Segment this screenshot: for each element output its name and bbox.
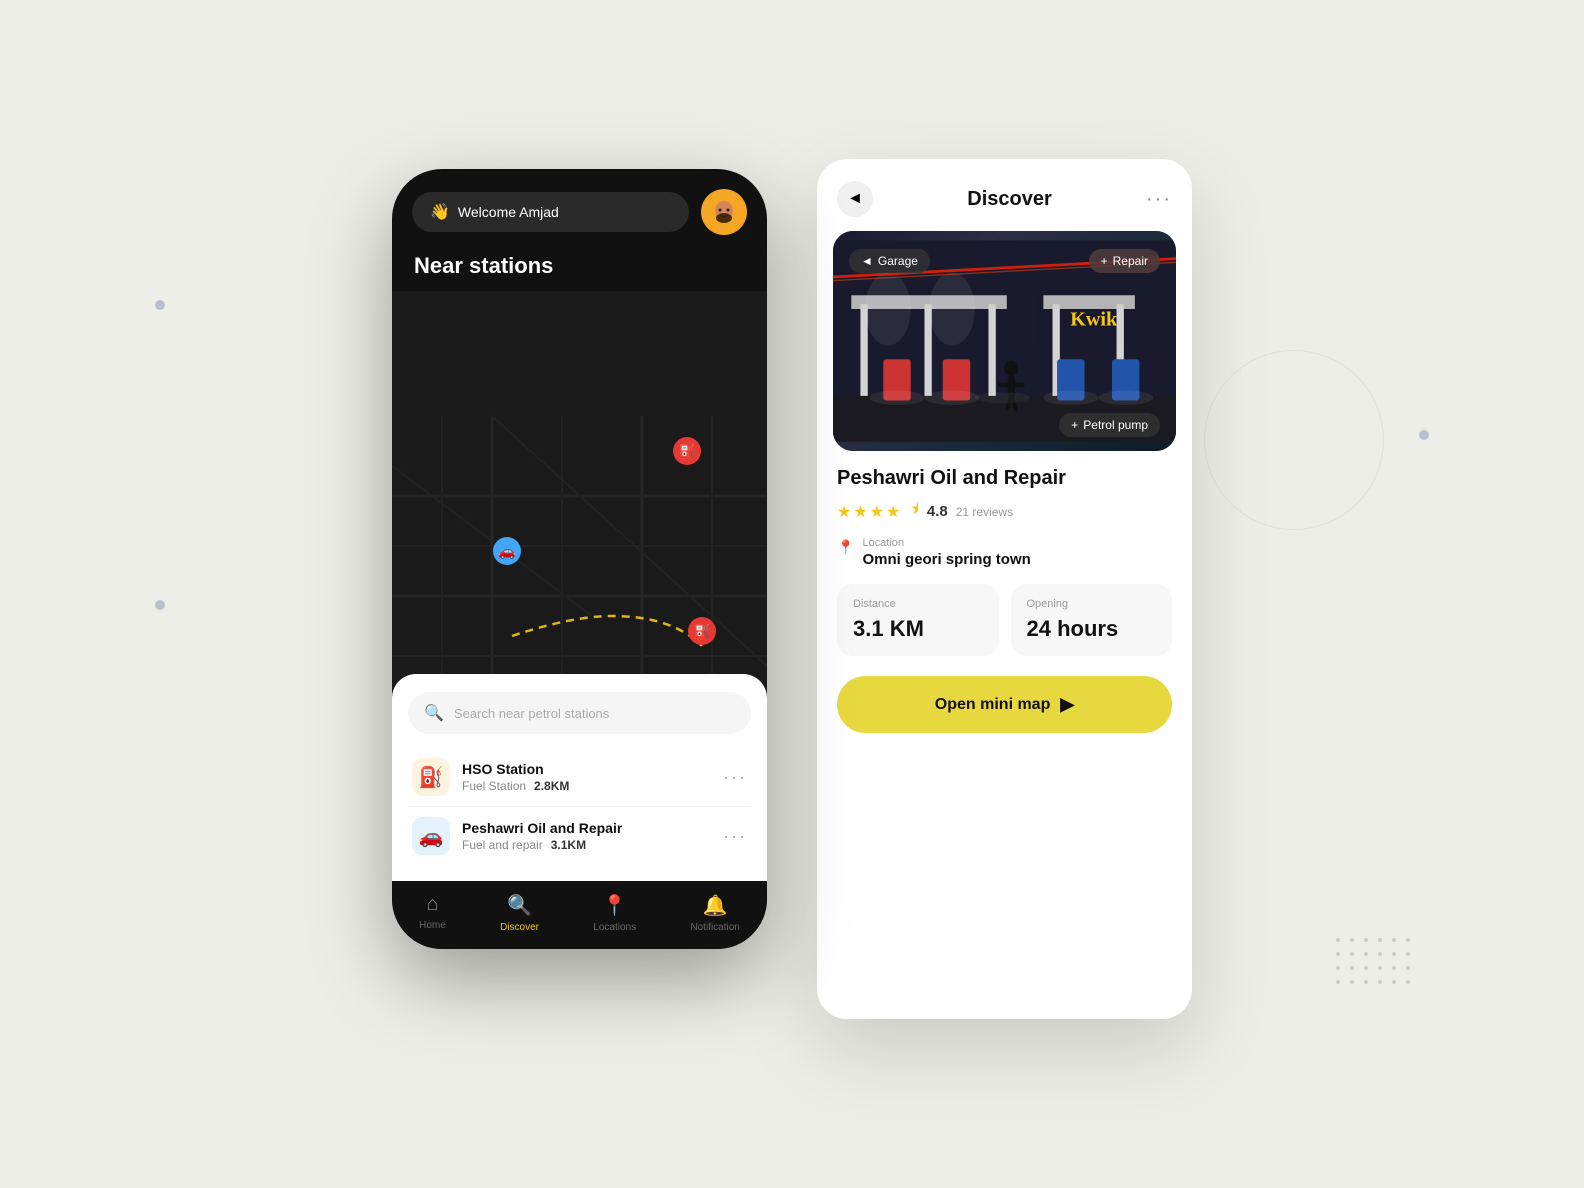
left-phone-header: 👋 Welcome Amjad: [392, 169, 767, 245]
map-area: ⛽ 🚗 ⛽ 🔍 Search near pe: [392, 291, 767, 881]
petrol-label: Petrol pump: [1083, 418, 1148, 432]
station-name-hso: HSO Station: [462, 761, 723, 777]
svg-text:⛽: ⛽: [678, 443, 695, 460]
open-mini-map-button[interactable]: Open mini map ▶: [837, 676, 1172, 733]
petrol-plus-icon: +: [1071, 418, 1078, 432]
discover-header: ◄ Discover ···: [817, 159, 1192, 231]
info-cards: Distance 3.1 KM Opening 24 hours: [837, 584, 1172, 656]
location-label: Location: [862, 537, 1030, 549]
avatar-icon: [706, 194, 742, 230]
rating-row: ★★★★ ⯨ 4.8 21 reviews: [837, 498, 1172, 525]
nav-locations-label: Locations: [593, 922, 636, 933]
location-row: 📍 Location Omni geori spring town: [837, 537, 1172, 568]
decoration-circle: [1204, 350, 1384, 530]
bottom-sheet: 🔍 Search near petrol stations ⛽ HSO Stat…: [392, 674, 767, 881]
distance-label: Distance: [853, 598, 983, 610]
phone-right: ◄ Discover ···: [817, 159, 1192, 1019]
wave-emoji: 👋: [430, 202, 450, 222]
location-info: Location Omni geori spring town: [862, 537, 1030, 568]
station-item-peshawri[interactable]: 🚗 Peshawri Oil and Repair Fuel and repai…: [408, 807, 751, 865]
avatar[interactable]: [701, 189, 747, 235]
rating-number: 4.8: [927, 503, 948, 520]
tag-petrol: + Petrol pump: [1059, 413, 1160, 437]
open-map-label: Open mini map: [935, 696, 1051, 714]
repair-plus-icon: +: [1101, 254, 1108, 268]
garage-arrow-icon: ◄: [861, 254, 873, 268]
garage-label: Garage: [878, 254, 918, 268]
distance-value: 3.1 KM: [853, 616, 983, 642]
station-distance-peshawri: 3.1KM: [551, 838, 586, 852]
station-icon-repair: 🚗: [412, 817, 450, 855]
decoration-dot-3: [1419, 430, 1429, 440]
home-icon: ⌂: [426, 893, 438, 916]
discover-icon: 🔍: [507, 893, 532, 918]
more-button[interactable]: ···: [1146, 188, 1172, 211]
back-button[interactable]: ◄: [837, 181, 873, 217]
location-pin-icon: 📍: [837, 539, 854, 556]
decoration-dot-1: [155, 300, 165, 310]
opening-label: Opening: [1027, 598, 1157, 610]
station-details: Peshawri Oil and Repair ★★★★ ⯨ 4.8 21 re…: [817, 451, 1192, 1019]
nav-notification[interactable]: 🔔 Notification: [690, 893, 739, 933]
welcome-pill: 👋 Welcome Amjad: [412, 192, 689, 232]
opening-value: 24 hours: [1027, 616, 1157, 642]
station-more-peshawri[interactable]: ···: [723, 826, 747, 847]
notification-icon: 🔔: [703, 893, 728, 918]
welcome-text: Welcome Amjad: [458, 204, 559, 220]
svg-text:⛽: ⛽: [693, 623, 710, 640]
station-more-hso[interactable]: ···: [723, 767, 747, 788]
nav-discover-label: Discover: [500, 922, 539, 933]
distance-card: Distance 3.1 KM: [837, 584, 999, 656]
station-info-peshawri: Peshawri Oil and Repair Fuel and repair …: [462, 820, 723, 852]
bottom-nav: ⌂ Home 🔍 Discover 📍 Locations 🔔 Notifica…: [392, 881, 767, 949]
station-distance-hso: 2.8KM: [534, 779, 569, 793]
search-bar[interactable]: 🔍 Search near petrol stations: [408, 692, 751, 734]
right-station-name: Peshawri Oil and Repair: [837, 467, 1172, 490]
station-meta-peshawri: Fuel and repair 3.1KM: [462, 838, 723, 852]
review-count: 21 reviews: [956, 505, 1013, 519]
locations-icon: 📍: [602, 893, 627, 918]
station-icon-fuel: ⛽: [412, 758, 450, 796]
station-item-hso[interactable]: ⛽ HSO Station Fuel Station 2.8KM ···: [408, 748, 751, 807]
station-info-hso: HSO Station Fuel Station 2.8KM: [462, 761, 723, 793]
phone-left: 👋 Welcome Amjad Ne: [392, 169, 767, 949]
svg-text:🚗: 🚗: [498, 543, 515, 560]
phones-container: 👋 Welcome Amjad Ne: [392, 169, 1192, 1019]
decoration-dots-grid: [1336, 938, 1414, 988]
station-meta-hso: Fuel Station 2.8KM: [462, 779, 723, 793]
hero-tags: ◄ Garage + Repair + Petrol pump: [833, 231, 1176, 451]
tag-repair: + Repair: [1089, 249, 1160, 273]
search-placeholder: Search near petrol stations: [454, 706, 609, 721]
back-icon: ◄: [847, 190, 863, 208]
near-stations-title: Near stations: [392, 245, 767, 291]
nav-discover[interactable]: 🔍 Discover: [500, 893, 539, 933]
station-name-peshawri: Peshawri Oil and Repair: [462, 820, 723, 836]
discover-title: Discover: [967, 188, 1052, 211]
search-icon: 🔍: [424, 703, 444, 723]
station-type-hso: Fuel Station: [462, 779, 526, 793]
rating-stars: ★★★★: [837, 502, 902, 522]
opening-card: Opening 24 hours: [1011, 584, 1173, 656]
station-hero-image: Kwik: [833, 231, 1176, 451]
location-value: Omni geori spring town: [862, 551, 1030, 568]
nav-locations[interactable]: 📍 Locations: [593, 893, 636, 933]
star-half: ⯨: [910, 498, 918, 525]
nav-home-label: Home: [419, 920, 446, 931]
station-type-peshawri: Fuel and repair: [462, 838, 543, 852]
tag-garage: ◄ Garage: [849, 249, 930, 273]
nav-notification-label: Notification: [690, 922, 739, 933]
map-arrow-icon: ▶: [1060, 694, 1074, 715]
decoration-dot-2: [155, 600, 165, 610]
nav-home[interactable]: ⌂ Home: [419, 893, 446, 933]
repair-label: Repair: [1113, 254, 1148, 268]
station-list: ⛽ HSO Station Fuel Station 2.8KM ··· 🚗: [408, 748, 751, 865]
